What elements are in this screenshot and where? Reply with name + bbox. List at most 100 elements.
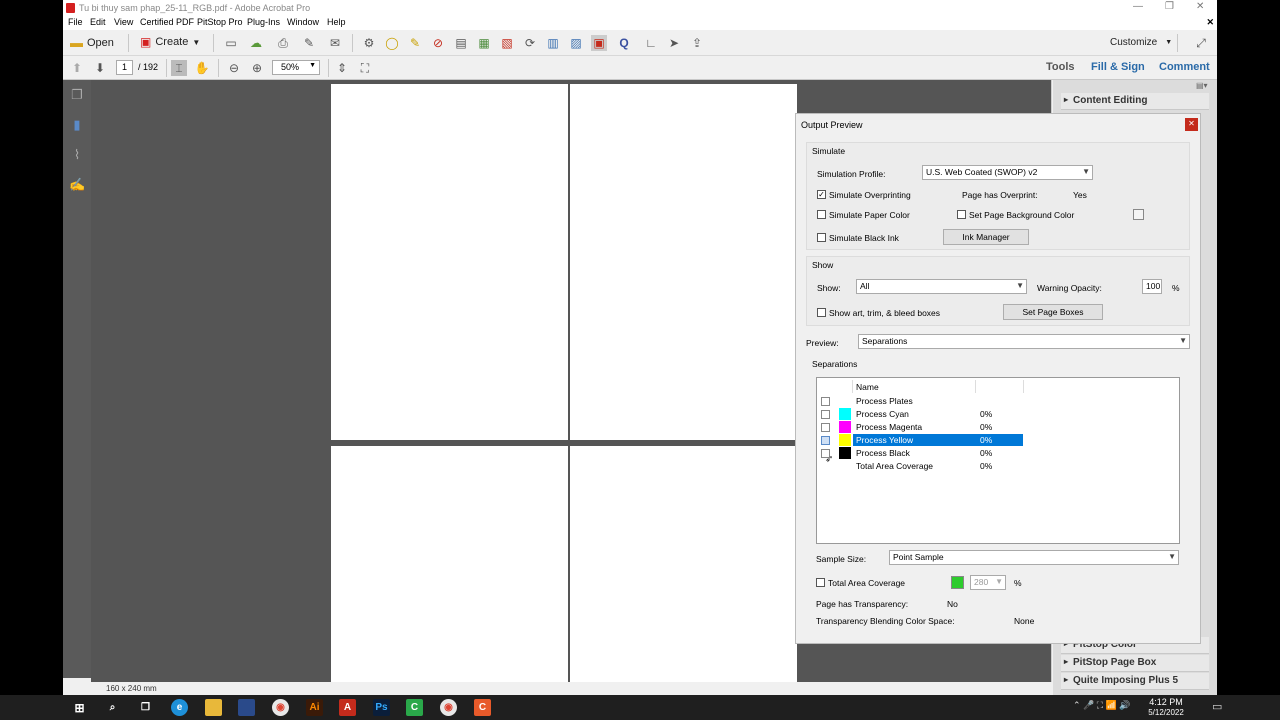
- system-tray-icons[interactable]: ⌃ 🎤 ⛶ 📶 🔊: [1073, 700, 1130, 711]
- camtasia-icon[interactable]: C: [406, 699, 423, 716]
- expand-icon[interactable]: ⤢: [1193, 35, 1209, 51]
- menu-pitstop-pro[interactable]: PitStop Pro: [197, 17, 243, 27]
- settings-icon[interactable]: ⚙: [361, 35, 377, 51]
- sample-size-select[interactable]: Point Sample ▼: [889, 550, 1179, 565]
- close-document-icon[interactable]: ✕: [1206, 17, 1214, 28]
- page-background-color-checkbox[interactable]: [957, 210, 966, 219]
- show-boxes-checkbox[interactable]: [817, 308, 826, 317]
- signatures-icon[interactable]: ✍: [69, 177, 85, 193]
- background-color-swatch[interactable]: [1133, 209, 1144, 220]
- section-content-editing[interactable]: Content Editing: [1061, 93, 1209, 110]
- attachments-icon[interactable]: ⌇: [69, 147, 85, 163]
- preflight-icon[interactable]: ▧: [499, 35, 515, 51]
- total-area-coverage-checkbox[interactable]: [816, 578, 825, 587]
- section-quite-imposing[interactable]: Quite Imposing Plus 5: [1061, 673, 1209, 690]
- cloud-upload-icon[interactable]: ☁: [248, 35, 264, 51]
- recorder-icon[interactable]: C: [474, 699, 491, 716]
- check-doc-icon[interactable]: ▦: [476, 35, 492, 51]
- notifications-icon[interactable]: ▭: [1212, 700, 1222, 713]
- fill-sign-pane-link[interactable]: Fill & Sign: [1091, 61, 1145, 73]
- page-thumbnails-icon[interactable]: ❐: [69, 87, 85, 103]
- hand-tool-icon[interactable]: ✋: [194, 60, 210, 76]
- export-icon[interactable]: ⇪: [689, 35, 705, 51]
- menu-view[interactable]: View: [114, 17, 133, 27]
- full-screen-icon[interactable]: ⛶: [357, 60, 373, 76]
- menu-certified-pdf[interactable]: Certified PDF: [140, 17, 194, 27]
- page-number-input[interactable]: 1: [116, 60, 133, 75]
- preview-select[interactable]: Separations ▼: [858, 334, 1190, 349]
- separation-checkbox[interactable]: [821, 423, 830, 432]
- ink-manager-button[interactable]: Ink Manager: [943, 229, 1029, 245]
- previous-page-icon[interactable]: ⬆: [69, 60, 85, 76]
- file-explorer-icon[interactable]: [205, 699, 222, 716]
- store-icon[interactable]: [238, 699, 255, 716]
- show-select[interactable]: All ▼: [856, 279, 1027, 294]
- illustrator-icon[interactable]: Ai: [306, 699, 323, 716]
- edit-icon[interactable]: ✎: [301, 35, 317, 51]
- simulate-overprinting-checkbox[interactable]: ✓: [817, 190, 826, 199]
- menu-plug-ins[interactable]: Plug-Ins: [247, 17, 280, 27]
- bookmarks-icon[interactable]: ▮: [69, 117, 85, 133]
- chevron-down-icon: ▼: [995, 577, 1003, 586]
- quite-icon[interactable]: Q: [613, 35, 635, 51]
- edge-icon[interactable]: e: [171, 699, 188, 716]
- measure-icon[interactable]: ∟: [643, 35, 659, 51]
- separation-row-process-plates[interactable]: Process Plates: [817, 395, 1047, 408]
- fit-page-icon[interactable]: ⇕: [334, 60, 350, 76]
- separations-icon[interactable]: ▨: [568, 35, 584, 51]
- chrome-icon[interactable]: ◉: [440, 699, 457, 716]
- document-icon[interactable]: ▤: [453, 35, 469, 51]
- separation-row-process-cyan[interactable]: Process Cyan 0%: [817, 408, 1047, 421]
- warning-opacity-input[interactable]: 100: [1142, 279, 1162, 294]
- highlight-icon[interactable]: ✎: [407, 35, 423, 51]
- menu-help[interactable]: Help: [327, 17, 346, 27]
- set-page-boxes-button[interactable]: Set Page Boxes: [1003, 304, 1103, 320]
- close-window-button[interactable]: ✕: [1196, 1, 1204, 12]
- menu-window[interactable]: Window: [287, 17, 319, 27]
- menu-edit[interactable]: Edit: [90, 17, 106, 27]
- separation-checkbox[interactable]: [821, 436, 830, 445]
- next-page-icon[interactable]: ⬇: [92, 60, 108, 76]
- transform-icon[interactable]: ⟳: [522, 35, 538, 51]
- tools-pane-link[interactable]: Tools: [1046, 61, 1075, 73]
- close-icon[interactable]: ✕: [1185, 118, 1198, 131]
- stop-icon[interactable]: ⊘: [430, 35, 446, 51]
- email-icon[interactable]: ✉: [327, 35, 343, 51]
- customize-button[interactable]: Customize ▼: [1110, 37, 1172, 48]
- minimize-button[interactable]: —: [1133, 1, 1143, 12]
- total-area-coverage-select[interactable]: 280 ▼: [970, 575, 1006, 590]
- create-button[interactable]: ▣ Create ▼: [140, 35, 200, 49]
- print-icon[interactable]: ⎙: [275, 35, 291, 51]
- photoshop-icon[interactable]: Ps: [373, 699, 390, 716]
- simulate-black-ink-checkbox[interactable]: [817, 233, 826, 242]
- separation-checkbox[interactable]: [821, 410, 830, 419]
- zoom-in-icon[interactable]: ⊕: [249, 60, 265, 76]
- separation-row-process-magenta[interactable]: Process Magenta 0%: [817, 421, 1047, 434]
- windows-start-icon[interactable]: ⊞: [71, 699, 88, 716]
- open-button[interactable]: ▬ Open: [70, 35, 114, 50]
- separation-checkbox[interactable]: [821, 397, 830, 406]
- save-icon[interactable]: ▭: [223, 35, 239, 51]
- panel-options-icon[interactable]: ▤▾: [1196, 81, 1208, 90]
- output-preview-icon[interactable]: ▣: [591, 35, 607, 51]
- comment-icon[interactable]: ◯: [384, 35, 400, 51]
- coverage-color-swatch[interactable]: [951, 576, 964, 589]
- comment-pane-link[interactable]: Comment: [1159, 61, 1210, 73]
- zoom-select[interactable]: 50% ▼: [272, 60, 320, 75]
- color-bars-icon[interactable]: ▥: [545, 35, 561, 51]
- simulate-paper-color-checkbox[interactable]: [817, 210, 826, 219]
- separation-row-process-yellow[interactable]: Process Yellow 0%: [817, 434, 1047, 447]
- maximize-button[interactable]: ❐: [1165, 1, 1174, 12]
- simulation-profile-select[interactable]: U.S. Web Coated (SWOP) v2 ▼: [922, 165, 1093, 180]
- task-view-icon[interactable]: ❐: [137, 699, 154, 716]
- select-object-icon[interactable]: ➤: [666, 35, 682, 51]
- section-pitstop-page-box[interactable]: PitStop Page Box: [1061, 655, 1209, 672]
- menu-file[interactable]: File: [68, 17, 83, 27]
- select-tool-icon[interactable]: ⌶: [171, 60, 187, 76]
- acrobat-icon[interactable]: A: [339, 699, 356, 716]
- search-icon[interactable]: ⌕: [104, 699, 121, 716]
- separation-row-total-area-coverage[interactable]: Total Area Coverage 0%: [817, 460, 1047, 473]
- zoom-out-icon[interactable]: ⊖: [226, 60, 242, 76]
- chrome-icon[interactable]: ◉: [272, 699, 289, 716]
- separation-row-process-black[interactable]: Process Black 0%: [817, 447, 1047, 460]
